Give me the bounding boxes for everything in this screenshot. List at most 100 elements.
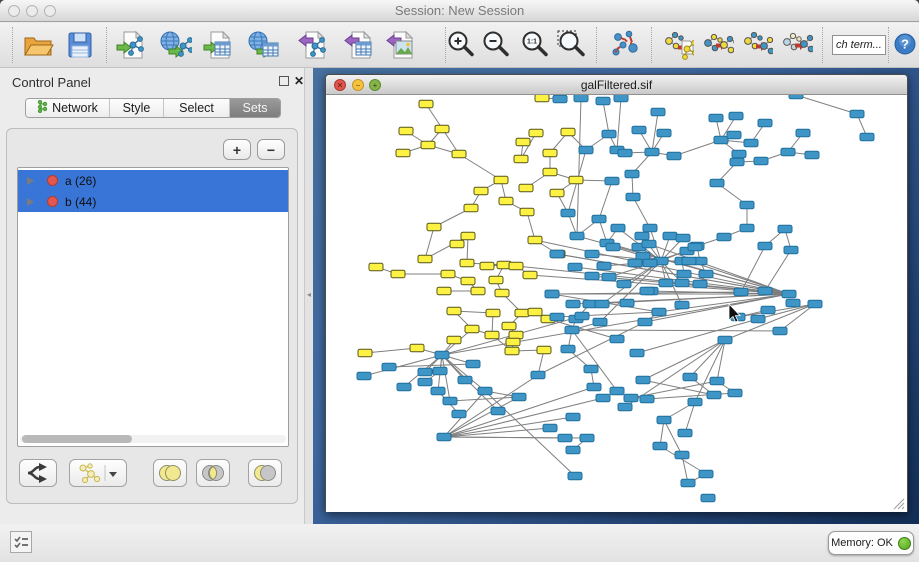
import-network-web-button[interactable] [159, 28, 193, 62]
zoom-in-button[interactable] [444, 28, 478, 62]
graph-node[interactable] [460, 259, 474, 267]
graph-node[interactable] [782, 290, 796, 298]
clone-network-button[interactable] [780, 28, 814, 62]
save-session-button[interactable] [63, 28, 97, 62]
graph-node[interactable] [569, 176, 583, 184]
graph-node[interactable] [431, 387, 445, 395]
add-set-button[interactable]: + [223, 139, 251, 160]
difference-sets-button[interactable] [248, 459, 282, 487]
graph-node[interactable] [596, 97, 610, 105]
graph-node[interactable] [561, 345, 575, 353]
graph-node[interactable] [516, 138, 530, 146]
graph-node[interactable] [693, 280, 707, 288]
graph-node[interactable] [471, 287, 485, 295]
graph-node[interactable] [730, 158, 744, 166]
graph-node[interactable] [651, 108, 665, 116]
graph-node[interactable] [465, 325, 479, 333]
graph-node[interactable] [626, 193, 640, 201]
graph-node[interactable] [485, 331, 499, 339]
graph-node[interactable] [565, 326, 579, 334]
graph-node[interactable] [568, 263, 582, 271]
graph-node[interactable] [640, 395, 654, 403]
graph-node[interactable] [531, 371, 545, 379]
graph-node[interactable] [464, 204, 478, 212]
export-image-button[interactable] [385, 28, 419, 62]
graph-node[interactable] [645, 148, 659, 156]
graph-node[interactable] [625, 170, 639, 178]
graph-node[interactable] [618, 149, 632, 157]
graph-node[interactable] [512, 393, 526, 401]
graph-node[interactable] [751, 315, 765, 323]
graph-node[interactable] [710, 377, 724, 385]
graph-node[interactable] [667, 152, 681, 160]
graph-node[interactable] [699, 270, 713, 278]
graph-node[interactable] [558, 434, 572, 442]
graph-node[interactable] [509, 262, 523, 270]
graph-node[interactable] [427, 223, 441, 231]
import-table-web-button[interactable] [247, 28, 281, 62]
graph-node[interactable] [443, 397, 457, 405]
graph-node[interactable] [529, 129, 543, 137]
graph-node[interactable] [399, 127, 413, 135]
resize-grip[interactable] [894, 499, 904, 509]
network-window[interactable]: ✕ − + galFiltered.sif [325, 74, 908, 512]
graph-node[interactable] [419, 100, 433, 108]
graph-node[interactable] [566, 413, 580, 421]
graph-node[interactable] [850, 110, 864, 118]
graph-node[interactable] [683, 373, 697, 381]
graph-node[interactable] [520, 208, 534, 216]
float-panel-icon[interactable] [279, 76, 289, 86]
graph-node[interactable] [728, 389, 742, 397]
graph-node[interactable] [636, 376, 650, 384]
zoom-out-button[interactable] [479, 28, 513, 62]
graph-node[interactable] [682, 257, 696, 265]
graph-node[interactable] [575, 312, 589, 320]
graph-node[interactable] [418, 255, 432, 263]
graph-node[interactable] [502, 322, 516, 330]
network-window-titlebar[interactable]: ✕ − + galFiltered.sif [326, 75, 907, 95]
graph-node[interactable] [585, 250, 599, 258]
graph-node[interactable] [561, 209, 575, 217]
graph-node[interactable] [781, 148, 795, 156]
network-canvas[interactable] [326, 95, 907, 512]
graph-node[interactable] [699, 470, 713, 478]
graph-node[interactable] [357, 372, 371, 380]
graph-node[interactable] [610, 387, 624, 395]
graph-node[interactable] [624, 394, 638, 402]
graph-node[interactable] [461, 277, 475, 285]
collapse-arrow-icon[interactable]: ◂ [307, 290, 311, 299]
graph-node[interactable] [681, 479, 695, 487]
graph-node[interactable] [593, 318, 607, 326]
graph-node[interactable] [617, 280, 631, 288]
close-panel-icon[interactable]: ✕ [294, 74, 304, 88]
graph-node[interactable] [543, 149, 557, 157]
graph-node[interactable] [618, 403, 632, 411]
graph-node[interactable] [677, 270, 691, 278]
graph-node[interactable] [519, 184, 533, 192]
network-from-selection-all-edges-button[interactable] [661, 28, 695, 62]
graph-node[interactable] [761, 306, 775, 314]
search-input[interactable] [832, 35, 886, 55]
graph-node[interactable] [418, 368, 432, 376]
scrollbar-thumb[interactable] [22, 435, 132, 443]
graph-node[interactable] [435, 351, 449, 359]
graph-node[interactable] [592, 215, 606, 223]
graph-node[interactable] [528, 236, 542, 244]
graph-node[interactable] [421, 141, 435, 149]
horizontal-scrollbar[interactable] [20, 435, 286, 443]
graph-node[interactable] [450, 240, 464, 248]
graph-node[interactable] [778, 225, 792, 233]
graph-node[interactable] [550, 313, 564, 321]
graph-node[interactable] [550, 250, 564, 258]
graph-node[interactable] [489, 276, 503, 284]
graph-node[interactable] [727, 131, 741, 139]
graph-node[interactable] [758, 287, 772, 295]
graph-node[interactable] [675, 279, 689, 287]
graph-node[interactable] [441, 270, 455, 278]
graph-node[interactable] [514, 155, 528, 163]
graph-node[interactable] [396, 149, 410, 157]
graph-node[interactable] [640, 287, 654, 295]
graph-node[interactable] [478, 387, 492, 395]
graph-node[interactable] [688, 398, 702, 406]
graph-node[interactable] [466, 360, 480, 368]
